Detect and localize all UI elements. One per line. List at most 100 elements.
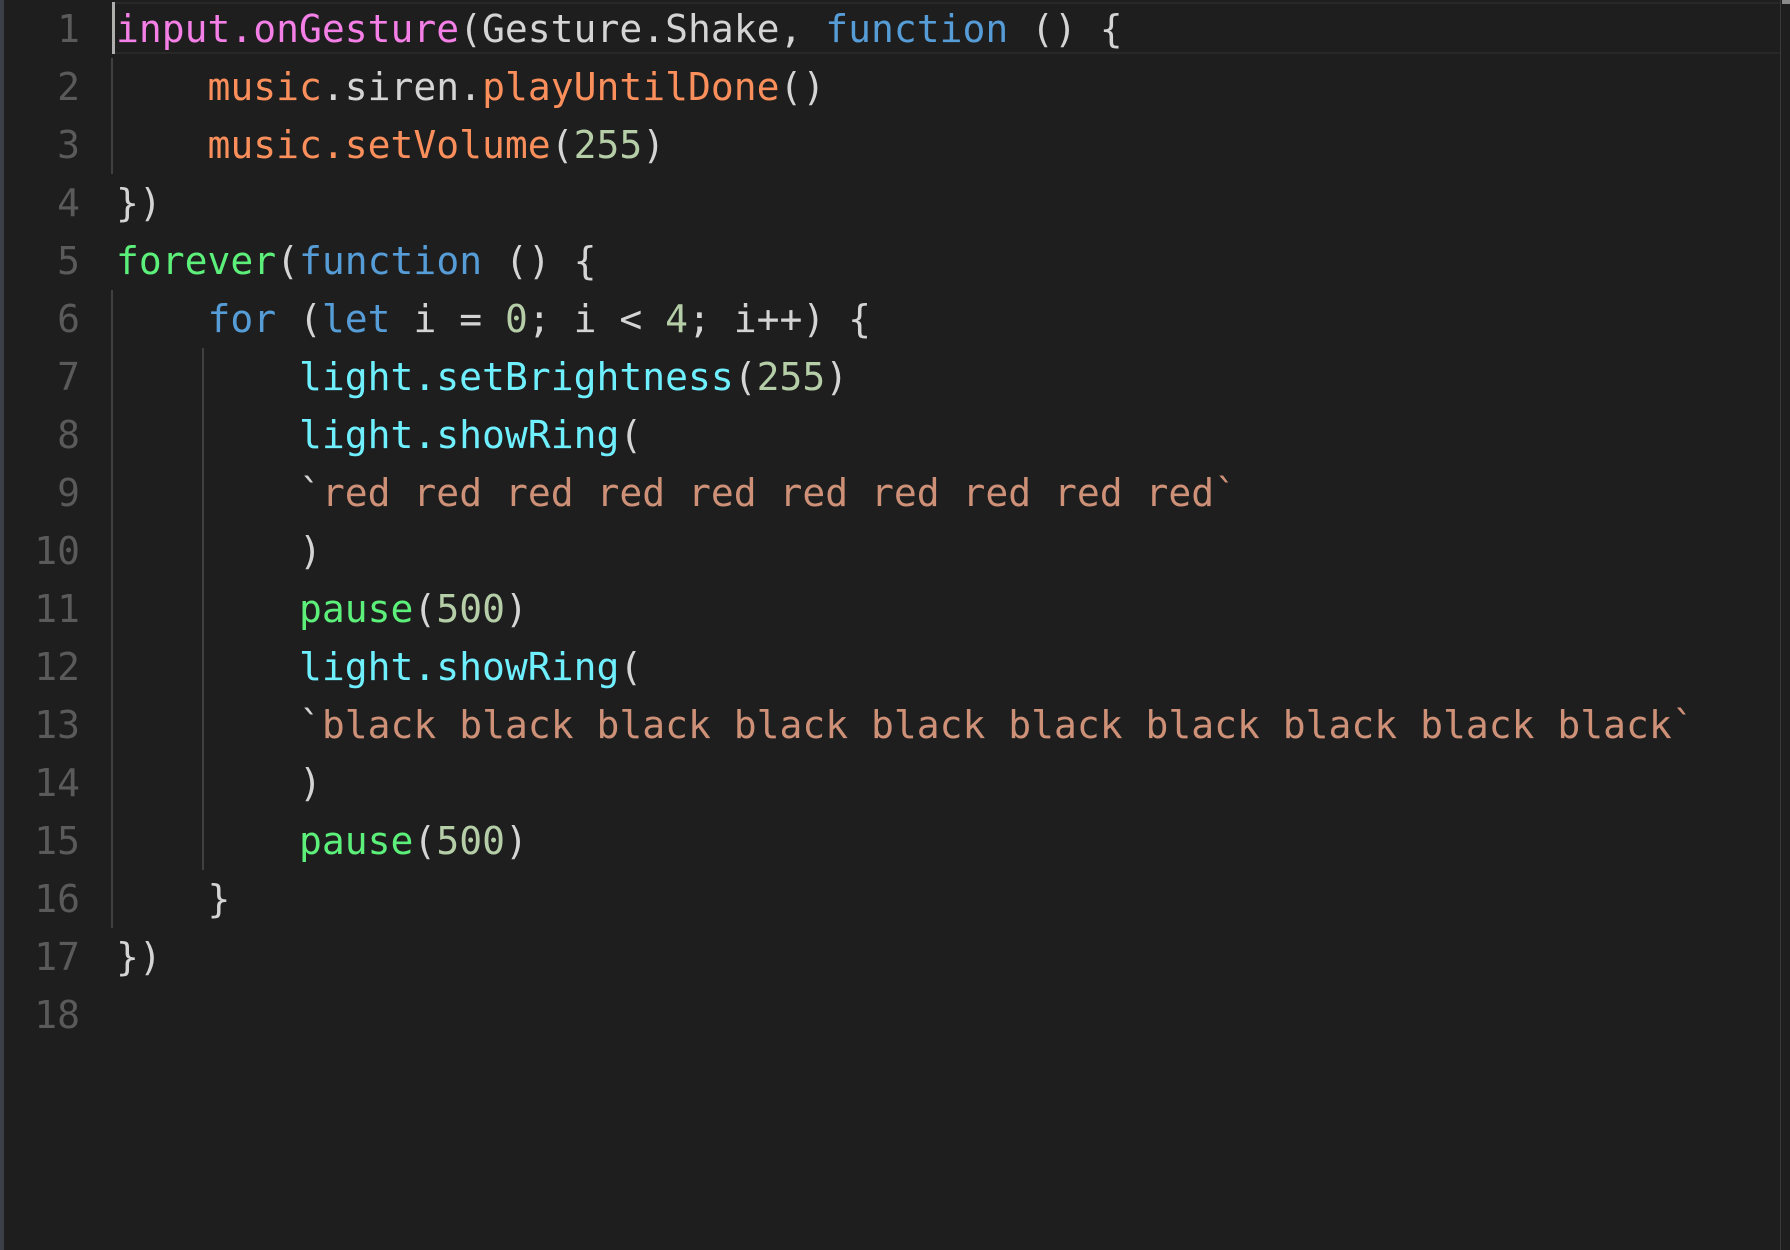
code-token: (	[276, 297, 322, 341]
line-number: 17	[34, 935, 80, 979]
text-cursor	[112, 2, 115, 54]
code-token: light.showRing	[299, 413, 620, 457]
code-token: (	[550, 123, 574, 167]
code-token: (	[619, 645, 643, 689]
code-token: (	[733, 355, 757, 399]
code-token: })	[116, 181, 162, 225]
line-number: 15	[34, 819, 80, 863]
code-token: playUntilDone	[482, 65, 780, 109]
indent-guide-level-1-block-1	[111, 58, 113, 174]
code-token: function	[299, 239, 483, 283]
line-number: 18	[34, 993, 80, 1037]
code-line[interactable]: )	[116, 754, 1695, 812]
code-line[interactable]: )	[116, 522, 1695, 580]
code-token: ()	[779, 65, 826, 109]
code-token: () {	[482, 239, 597, 283]
code-token: ; i++) {	[688, 297, 872, 341]
vertical-scrollbar[interactable]	[1780, 0, 1790, 1250]
code-line[interactable]: }	[116, 870, 1695, 928]
code-token: )	[299, 529, 322, 573]
code-token: music	[207, 65, 322, 109]
line-number: 7	[57, 355, 80, 399]
code-token: black black black black black black blac…	[321, 703, 1695, 747]
code-token: () {	[1008, 7, 1123, 51]
code-token: 500	[436, 819, 505, 863]
code-token: )	[642, 123, 666, 167]
code-token: )	[825, 355, 849, 399]
code-line[interactable]: `black black black black black black bla…	[116, 696, 1695, 754]
code-line[interactable]	[116, 986, 1695, 1044]
line-number: 8	[57, 413, 80, 457]
code-line[interactable]: music.siren.playUntilDone()	[116, 58, 1695, 116]
code-token: i =	[390, 297, 505, 341]
code-token: (Gesture.Shake,	[459, 7, 826, 51]
code-line[interactable]: light.showRing(	[116, 638, 1695, 696]
code-token: `	[299, 471, 322, 515]
code-token: music.setVolume	[207, 123, 551, 167]
code-line[interactable]: `red red red red red red red red red red…	[116, 464, 1695, 522]
code-token: )	[299, 761, 322, 805]
code-token: input.onGesture	[116, 7, 460, 51]
code-lines[interactable]: input.onGesture(Gesture.Shake, function …	[116, 0, 1695, 1044]
line-number: 6	[57, 297, 80, 341]
code-token: (	[619, 413, 643, 457]
code-editor[interactable]: 1 2 3 4 5 6 7 8 9 10 11 12 13 14 15 16 17 18 input.onGest…	[4, 0, 1784, 1250]
code-token: light.setBrightness	[299, 355, 734, 399]
code-token: )	[504, 819, 528, 863]
line-number: 11	[34, 587, 80, 631]
line-number: 4	[57, 181, 80, 225]
code-token: light.showRing	[299, 645, 620, 689]
code-token: (	[413, 819, 437, 863]
code-token: )	[504, 587, 528, 631]
code-token: `	[299, 703, 322, 747]
code-token: forever	[116, 239, 277, 283]
code-token: })	[116, 935, 162, 979]
code-line[interactable]: light.showRing(	[116, 406, 1695, 464]
code-token: ; i <	[527, 297, 666, 341]
code-line[interactable]: music.setVolume(255)	[116, 116, 1695, 174]
code-token: }	[116, 877, 231, 921]
scrollbar-thumb[interactable]	[1782, 0, 1790, 4]
code-line[interactable]: })	[116, 928, 1695, 986]
code-token: 4	[665, 297, 689, 341]
line-number: 2	[57, 65, 80, 109]
code-line[interactable]: forever(function () {	[116, 232, 1695, 290]
code-token: for	[207, 297, 277, 341]
code-line[interactable]: })	[116, 174, 1695, 232]
code-token: pause	[299, 819, 414, 863]
line-number: 1	[57, 7, 80, 51]
code-token: .siren.	[321, 65, 483, 109]
code-line[interactable]: pause(500)	[116, 812, 1695, 870]
line-number: 12	[34, 645, 80, 689]
line-number: 13	[34, 703, 80, 747]
line-number: 16	[34, 877, 80, 921]
indent-guide-level-1-block-2	[111, 290, 113, 928]
code-token: pause	[299, 587, 414, 631]
code-token: 255	[573, 123, 643, 167]
line-number: 3	[57, 123, 80, 167]
line-number: 9	[57, 471, 80, 515]
code-line[interactable]: for (let i = 0; i < 4; i++) {	[116, 290, 1695, 348]
code-line[interactable]: input.onGesture(Gesture.Shake, function …	[116, 0, 1695, 58]
code-token: 500	[436, 587, 505, 631]
line-number: 14	[34, 761, 80, 805]
code-token: function	[825, 7, 1009, 51]
code-token: 0	[504, 297, 528, 341]
code-line[interactable]: light.setBrightness(255)	[116, 348, 1695, 406]
line-number-gutter: 1 2 3 4 5 6 7 8 9 10 11 12 13 14 15 16 17 18	[4, 0, 80, 1044]
line-number: 10	[34, 529, 80, 573]
code-token: red red red red red red red red red red`	[321, 471, 1238, 515]
code-token: 255	[756, 355, 826, 399]
code-line[interactable]: pause(500)	[116, 580, 1695, 638]
